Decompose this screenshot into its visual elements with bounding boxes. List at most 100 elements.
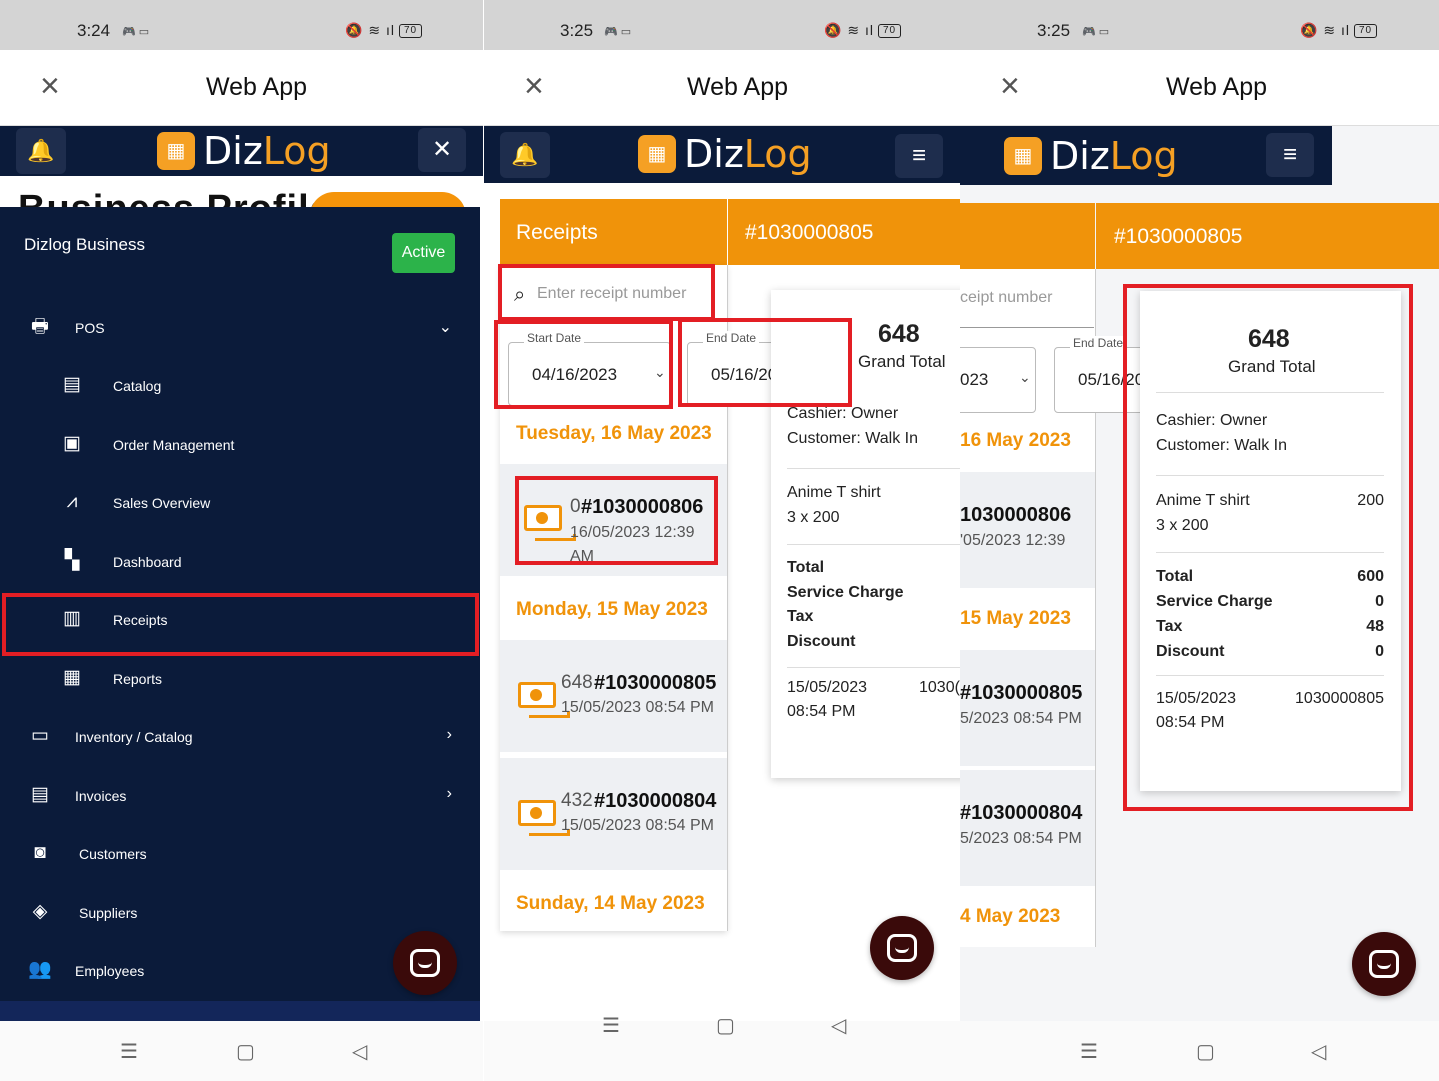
bell-icon[interactable]: 🔔 [500,132,550,178]
cashier-text: Cashier: Owner [787,405,899,422]
back-nav-icon[interactable]: ◁ [352,1039,367,1064]
panel-sidebar-menu: 3:24 🎮 ▭ 🔕 ≋ ıl 70 × Web App 🔔 ▦ Diz Log ✕… [0,0,483,1081]
menu-nav-icon[interactable]: ☰ [1080,1039,1098,1064]
webapp-title: Web App [687,73,789,101]
divider [787,468,960,469]
people-icon: 👥 [28,959,52,980]
webapp-bar: × Web App [484,50,960,126]
battery-icon: 70 [877,24,902,39]
menu-nav-icon[interactable]: ☰ [120,1039,138,1064]
battery-icon: 70 [398,24,423,39]
menu-button[interactable]: ≡ [1266,133,1314,177]
highlight-receipts [2,593,479,656]
divider [787,544,960,545]
menu-nav-icon[interactable]: ☰ [602,1013,620,1038]
store-logo-icon: ▦ [1004,137,1042,175]
chat-icon[interactable] [1352,932,1416,996]
total-label: Total [787,559,825,576]
receipts-header: Receipts [500,199,727,265]
bell-icon[interactable]: 🔔 [16,128,66,174]
back-nav-icon[interactable]: ◁ [1311,1039,1326,1064]
day-header: Monday, 15 May 2023 [516,599,708,620]
status-bar: 3:24 🎮 ▭ 🔕 ≋ ıl 70 [0,0,483,50]
receipt-id: #1030000805 [960,682,1083,704]
customer-text: Customer: Walk In [787,430,918,447]
status-badge: Active [392,233,455,273]
sidebar-item-pos[interactable]: 🖶 POS ⌄ [0,299,480,357]
highlight-search [498,264,715,321]
game-icon: 🎮 ▭ [1082,26,1110,38]
search-input[interactable]: ceipt number [960,289,1053,307]
panel-receipts: 3:25 🎮 ▭ 🔕 ≋ ıl 70 × Web App 🔔 ▦ Diz Log ≡… [484,0,960,1081]
search-underline [960,327,1094,328]
panel-receipt-detail: 3:25 🎮 ▭ 🔕 ≋ ıl 70 × Web App ▦ Diz Log ≡ #… [960,0,1439,1081]
receipt-date: '05/2023 12:39 [960,532,1066,549]
sidebar-item-reports[interactable]: ▦ Reports [0,650,480,708]
list-item[interactable] [960,650,1095,766]
trend-search-icon: ⩘ [66,491,78,512]
contact-icon: ◙ [34,842,46,863]
back-nav-icon[interactable]: ◁ [831,1013,846,1038]
sidebar-item-order-management[interactable]: ▣ Order Management [0,416,480,474]
status-icons: 🔕 ≋ ıl 70 [1300,22,1378,39]
footer-receipt-id: 1030( [919,679,960,696]
sidebar-item-dashboard[interactable]: ▚ Dashboard [0,533,480,591]
highlight-detail [1123,284,1413,811]
service-charge-label: Service Charge [787,584,904,601]
home-nav-icon[interactable]: ▢ [1196,1039,1215,1064]
sidebar-item-sales-overview[interactable]: ⩘ Sales Overview [0,474,480,532]
top-nav: 🔔 ▦ Diz Log ≡ [484,126,960,183]
receipt-date: 5/2023 08:54 PM [960,710,1082,727]
battery-icon: 70 [1353,24,1378,39]
chevron-right-icon: › [446,785,452,802]
android-nav-bar: ☰ ▢ ◁ [0,1021,483,1081]
store-icon: ▤ [63,374,81,395]
android-nav-bar: ☰ ▢ ◁ [960,1021,1439,1081]
close-icon[interactable]: × [524,68,544,104]
receipt-amount: 432 [561,790,593,811]
handshake-icon: ◈ [32,901,48,922]
webapp-title: Web App [1166,73,1268,101]
archive-icon: ▭ [31,725,49,746]
sidebar-item-inventory[interactable]: ▭ Inventory / Catalog › [0,708,480,766]
status-bar: 3:25 🎮 ▭ 🔕 ≋ ıl 70 [484,0,960,50]
chat-icon[interactable] [870,916,934,980]
receipt-date: 15/05/2023 08:54 PM [561,817,715,834]
sidebar-item-invoices[interactable]: ▤ Invoices › [0,767,480,825]
money-icon [518,682,570,718]
close-icon[interactable]: × [1000,68,1020,104]
inbox-icon: ▣ [63,433,81,454]
top-nav: 🔔 ▦ Diz Log ✕ [0,126,483,176]
close-icon[interactable]: × [40,68,60,104]
sidebar-footer [0,1001,480,1021]
footer-date: 15/05/2023 [787,679,868,696]
tax-label: Tax [787,608,814,625]
report-icon: ▦ [63,667,81,688]
store-logo-icon: ▦ [157,132,195,170]
item-qty: 3 x 200 [787,509,840,526]
money-icon [518,800,570,836]
dizlog-logo: ▦ Diz Log [157,127,331,175]
end-date-label: End Date [1070,336,1127,350]
close-menu-button[interactable]: ✕ [418,128,466,172]
home-nav-icon[interactable]: ▢ [716,1013,735,1038]
sidebar-item-suppliers[interactable]: ◈ Suppliers [0,884,480,942]
dizlog-logo: ▦ Diz Log [638,130,812,178]
highlight-start-date [494,320,673,409]
status-icons: 🔕 ≋ ıl 70 [824,22,902,39]
list-item[interactable] [960,472,1095,588]
chevron-right-icon: › [446,726,452,743]
home-nav-icon[interactable]: ▢ [236,1039,255,1064]
grand-total: 648 [878,320,920,348]
day-header: Sunday, 14 May 2023 [516,893,705,914]
list-item[interactable] [960,770,1095,886]
chat-icon[interactable] [393,931,457,995]
sidebar-item-customers[interactable]: ◙ Customers [0,825,480,883]
sidebar-item-catalog[interactable]: ▤ Catalog [0,357,480,415]
receipt-amount: 648 [561,672,593,693]
dizlog-logo: ▦ Diz Log [1004,132,1178,180]
webapp-title: Web App [206,73,308,101]
day-header: 16 May 2023 [960,430,1071,451]
menu-button[interactable]: ≡ [895,134,943,178]
game-icon: 🎮 ▭ [604,26,632,38]
